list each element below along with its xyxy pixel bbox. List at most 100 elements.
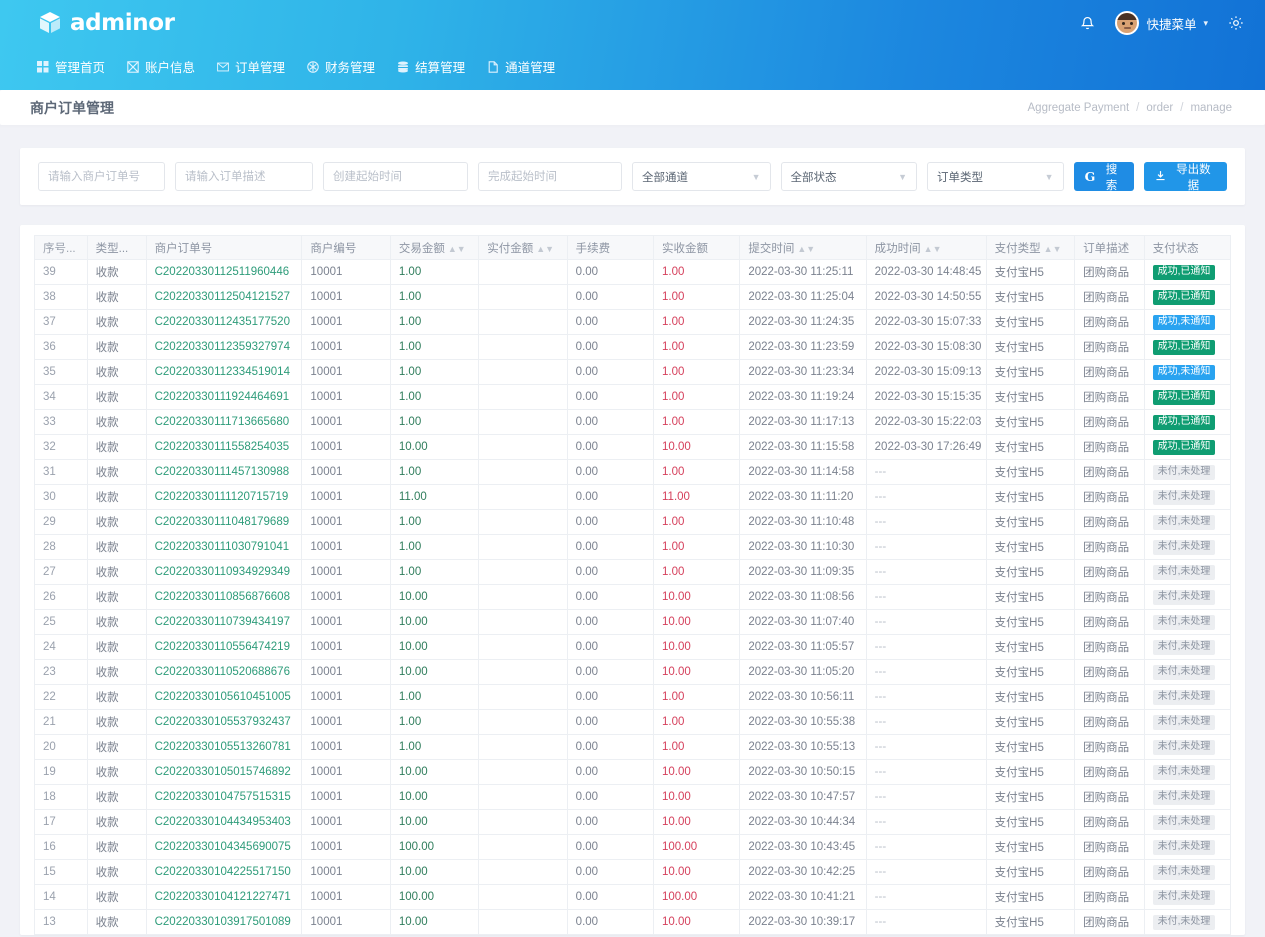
breadcrumb-item-0[interactable]: Aggregate Payment (1028, 102, 1130, 114)
sort-arrows-icon[interactable]: ▲▼ (797, 244, 815, 254)
nav-item-settlement[interactable]: 结算管理 (397, 51, 487, 82)
cell-order-no[interactable]: C20220330111120715719 (146, 485, 302, 510)
cell-order-no[interactable]: C20220330111558254035 (146, 435, 302, 460)
cell-order-no-text[interactable]: C20220330111030791041 (155, 541, 290, 553)
cell-order-no[interactable]: C20220330104757515315 (146, 785, 302, 810)
cell-order-no-text[interactable]: C20220330104434953403 (155, 816, 291, 828)
cell-order-no[interactable]: C20220330112435177520 (146, 310, 302, 335)
cell-order-no-text[interactable]: C20220330104121227471 (155, 891, 291, 903)
col-order-no[interactable]: 商户订单号 (146, 236, 302, 260)
sort-arrows-icon[interactable]: ▲▼ (924, 244, 942, 254)
table-row[interactable]: 23收款C202203301105206886761000110.000.001… (35, 660, 1231, 685)
col-pay-status[interactable]: 支付状态 (1144, 236, 1230, 260)
cell-order-no-text[interactable]: C20220330103917501089 (155, 916, 291, 928)
cell-order-no[interactable]: C20220330104434953403 (146, 810, 302, 835)
table-row[interactable]: 35收款C20220330112334519014100011.000.001.… (35, 360, 1231, 385)
col-order-desc[interactable]: 订单描述 (1075, 236, 1144, 260)
nav-item-order[interactable]: 订单管理 (217, 51, 307, 82)
cell-order-no[interactable]: C20220330111713665680 (146, 410, 302, 435)
cell-order-no[interactable]: C20220330110856876608 (146, 585, 302, 610)
finish-time-input[interactable] (478, 162, 622, 191)
table-row[interactable]: 27收款C20220330110934929349100011.000.001.… (35, 560, 1231, 585)
sort-arrows-icon[interactable]: ▲▼ (1044, 244, 1062, 254)
cell-order-no-text[interactable]: C20220330110739434197 (155, 616, 290, 628)
table-row[interactable]: 14收款C2022033010412122747110001100.000.00… (35, 885, 1231, 910)
table-row[interactable]: 31收款C20220330111457130988100011.000.001.… (35, 460, 1231, 485)
col-fee[interactable]: 手续费 (567, 236, 653, 260)
search-button[interactable]: G 搜索 (1074, 162, 1134, 191)
table-row[interactable]: 30收款C202203301111207157191000111.000.001… (35, 485, 1231, 510)
cell-order-no-text[interactable]: C20220330112435177520 (155, 316, 290, 328)
bell-icon[interactable] (1076, 12, 1098, 34)
table-row[interactable]: 26收款C202203301108568766081000110.000.001… (35, 585, 1231, 610)
table-row[interactable]: 37收款C20220330112435177520100011.000.001.… (35, 310, 1231, 335)
cell-order-no-text[interactable]: C20220330104345690075 (155, 841, 291, 853)
cell-order-no[interactable]: C20220330105537932437 (146, 710, 302, 735)
table-row[interactable]: 22收款C20220330105610451005100011.000.001.… (35, 685, 1231, 710)
table-row[interactable]: 17收款C202203301044349534031000110.000.001… (35, 810, 1231, 835)
breadcrumb-item-1[interactable]: order (1146, 102, 1173, 114)
cell-order-no-text[interactable]: C20220330110520688676 (155, 666, 290, 678)
table-row[interactable]: 15收款C202203301042255171501000110.000.001… (35, 860, 1231, 885)
cell-order-no-text[interactable]: C20220330111048179689 (155, 516, 290, 528)
sort-arrows-icon[interactable]: ▲▼ (536, 244, 554, 254)
nav-item-home[interactable]: 管理首页 (37, 51, 127, 82)
col-received-amount[interactable]: 实收金额 (654, 236, 740, 260)
cell-order-no-text[interactable]: C20220330110934929349 (155, 566, 290, 578)
cell-order-no-text[interactable]: C20220330112359327974 (155, 341, 290, 353)
cell-order-no[interactable]: C20220330104225517150 (146, 860, 302, 885)
user-menu[interactable]: 快捷菜单 ▾ (1115, 11, 1208, 35)
cell-order-no-text[interactable]: C20220330112511960446 (155, 266, 290, 278)
table-row[interactable]: 25收款C202203301107394341971000110.000.001… (35, 610, 1231, 635)
table-row[interactable]: 19收款C202203301050157468921000110.000.001… (35, 760, 1231, 785)
cell-order-no[interactable]: C20220330104345690075 (146, 835, 302, 860)
order-type-select[interactable]: 订单类型 ▼ (927, 162, 1064, 191)
export-button[interactable]: 导出数据 (1144, 162, 1227, 191)
col-submit-time[interactable]: 提交时间▲▼ (740, 236, 866, 260)
cell-order-no-text[interactable]: C20220330111457130988 (155, 466, 290, 478)
col-index[interactable]: 序号... (35, 236, 88, 260)
table-row[interactable]: 36收款C20220330112359327974100011.000.001.… (35, 335, 1231, 360)
cell-order-no-text[interactable]: C20220330104225517150 (155, 866, 291, 878)
cell-order-no[interactable]: C20220330110520688676 (146, 660, 302, 685)
cell-order-no[interactable]: C20220330111924464691 (146, 385, 302, 410)
col-pay-type[interactable]: 支付类型▲▼ (986, 236, 1074, 260)
cell-order-no[interactable]: C20220330103917501089 (146, 910, 302, 935)
cell-order-no[interactable]: C20220330111457130988 (146, 460, 302, 485)
cell-order-no[interactable]: C20220330104121227471 (146, 885, 302, 910)
cell-order-no-text[interactable]: C20220330111713665680 (155, 416, 290, 428)
table-row[interactable]: 32收款C202203301115582540351000110.000.001… (35, 435, 1231, 460)
col-type[interactable]: 类型... (87, 236, 146, 260)
nav-item-account[interactable]: 账户信息 (127, 51, 217, 82)
cell-order-no-text[interactable]: C20220330105015746892 (155, 766, 291, 778)
breadcrumb-item-2[interactable]: manage (1190, 102, 1232, 114)
table-row[interactable]: 34收款C20220330111924464691100011.000.001.… (35, 385, 1231, 410)
table-row[interactable]: 28收款C20220330111030791041100011.000.001.… (35, 535, 1231, 560)
col-paid-amount[interactable]: 实付金额▲▼ (479, 236, 567, 260)
table-row[interactable]: 38收款C20220330112504121527100011.000.001.… (35, 285, 1231, 310)
cell-order-no[interactable]: C20220330112511960446 (146, 260, 302, 285)
col-merchant-id[interactable]: 商户编号 (302, 236, 390, 260)
table-row[interactable]: 33收款C20220330111713665680100011.000.001.… (35, 410, 1231, 435)
col-trade-amount[interactable]: 交易金额▲▼ (390, 236, 478, 260)
status-select[interactable]: 全部状态 ▼ (781, 162, 918, 191)
gear-icon[interactable] (1225, 12, 1247, 34)
cell-order-no[interactable]: C20220330112334519014 (146, 360, 302, 385)
cell-order-no-text[interactable]: C20220330110856876608 (155, 591, 290, 603)
cell-order-no-text[interactable]: C20220330111924464691 (155, 391, 290, 403)
cell-order-no-text[interactable]: C20220330110556474219 (155, 641, 290, 653)
cell-order-no-text[interactable]: C20220330105537932437 (155, 716, 291, 728)
cell-order-no-text[interactable]: C20220330111120715719 (155, 491, 289, 503)
create-time-input[interactable] (323, 162, 468, 191)
table-row[interactable]: 29收款C20220330111048179689100011.000.001.… (35, 510, 1231, 535)
cell-order-no-text[interactable]: C20220330105610451005 (155, 691, 291, 703)
brand[interactable]: adminor (37, 10, 175, 36)
nav-item-channel[interactable]: 通道管理 (487, 51, 577, 82)
cell-order-no-text[interactable]: C20220330112504121527 (155, 291, 290, 303)
cell-order-no-text[interactable]: C20220330104757515315 (155, 791, 291, 803)
order-no-input[interactable] (38, 162, 165, 191)
cell-order-no[interactable]: C20220330112359327974 (146, 335, 302, 360)
table-row[interactable]: 18收款C202203301047575153151000110.000.001… (35, 785, 1231, 810)
cell-order-no-text[interactable]: C20220330111558254035 (155, 441, 290, 453)
cell-order-no[interactable]: C20220330111048179689 (146, 510, 302, 535)
